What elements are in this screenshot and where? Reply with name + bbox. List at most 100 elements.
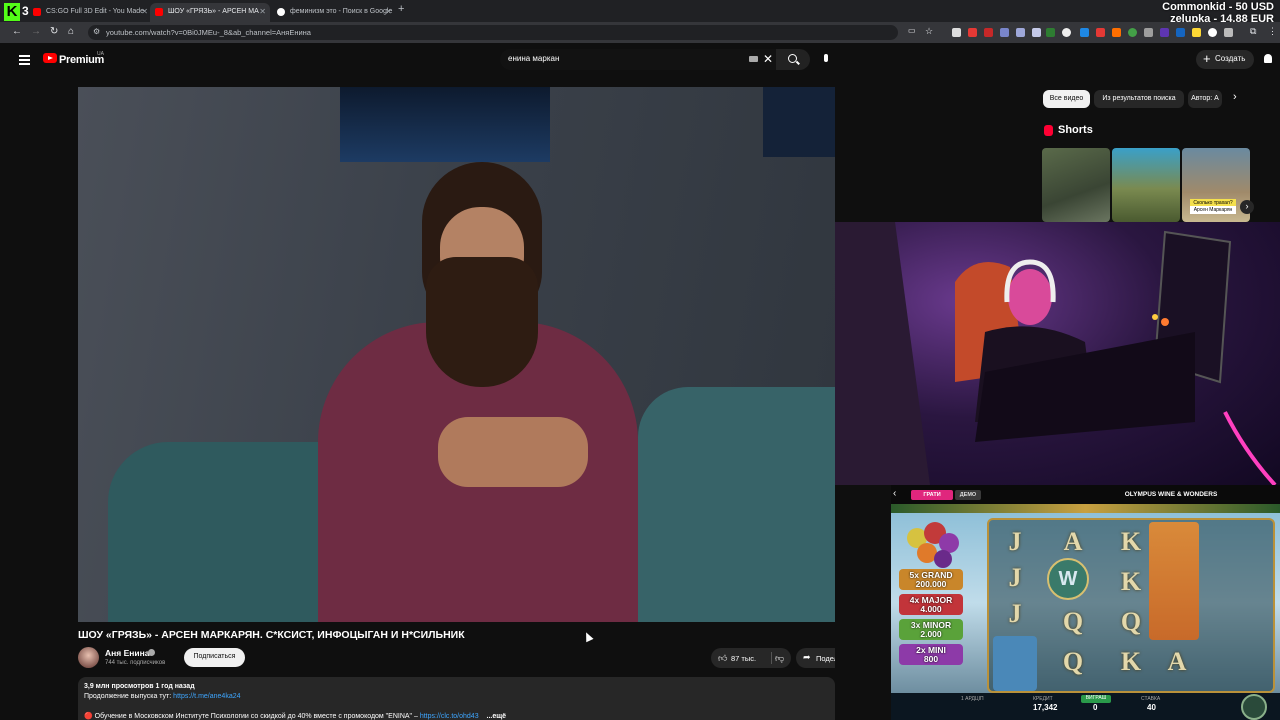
like-count[interactable]: 87 тыс. bbox=[731, 654, 756, 663]
spin-button[interactable] bbox=[1241, 694, 1267, 720]
voice-search-icon[interactable] bbox=[815, 49, 837, 71]
create-button[interactable]: + Создать bbox=[1196, 50, 1254, 69]
channel-avatar[interactable] bbox=[78, 647, 99, 668]
extension-icon[interactable] bbox=[1160, 28, 1169, 37]
keyboard-icon[interactable] bbox=[749, 56, 758, 62]
chip-all-videos[interactable]: Все видео bbox=[1043, 90, 1090, 108]
grapes-icon bbox=[907, 522, 959, 568]
reel-symbol-q-icon: Q bbox=[1062, 647, 1084, 676]
hamburger-menu-icon[interactable] bbox=[19, 55, 30, 65]
notifications-bell-icon[interactable] bbox=[1264, 54, 1272, 63]
extension-icon[interactable] bbox=[1128, 28, 1137, 37]
plus-icon: + bbox=[1203, 51, 1211, 66]
subscriber-count: 744 тыс. подписчиков bbox=[105, 660, 166, 666]
reload-icon[interactable]: ↻ bbox=[50, 26, 58, 37]
slot-game: ‹ ГРАТИ ДЕМО OLYMPUS WINE & WONDERS 5x G… bbox=[891, 485, 1280, 720]
extension-icon[interactable] bbox=[1096, 28, 1105, 37]
search-button[interactable] bbox=[776, 49, 810, 70]
jackpot-minor: 3x MINOR 2.000 bbox=[899, 619, 963, 640]
description-link[interactable]: https://clc.to/ohd43 bbox=[420, 713, 479, 720]
browser-menu-icon[interactable]: ⋮ bbox=[1268, 26, 1277, 37]
game-title: OLYMPUS WINE & WONDERS bbox=[1124, 491, 1218, 498]
extension-icon[interactable] bbox=[1016, 28, 1025, 37]
clear-search-icon[interactable]: ✕ bbox=[763, 52, 773, 66]
mouse-cursor-icon bbox=[582, 630, 594, 643]
verified-check-icon bbox=[148, 649, 155, 656]
game-header-decoration bbox=[891, 504, 1280, 513]
shorts-next-icon[interactable]: › bbox=[1240, 200, 1254, 214]
description-line: Продолжение выпуска тут: https://t.me/an… bbox=[84, 693, 241, 700]
back-icon[interactable]: ← bbox=[12, 26, 22, 37]
shorts-title: Shorts bbox=[1058, 124, 1093, 136]
youtube-header: Premium UA енина маркан ✕ + Создать bbox=[0, 43, 1280, 77]
chip-from-search[interactable]: Из результатов поиска bbox=[1094, 90, 1184, 108]
bookmark-star-icon[interactable]: ☆ bbox=[925, 26, 933, 37]
extension-icon[interactable] bbox=[968, 28, 977, 37]
extension-icon[interactable] bbox=[1062, 28, 1071, 37]
game-back-icon[interactable]: ‹ bbox=[893, 488, 896, 499]
video-background-window bbox=[340, 87, 550, 162]
short-thumbnail[interactable] bbox=[1112, 148, 1180, 222]
chip-author[interactable]: Автор: А bbox=[1188, 90, 1222, 108]
show-more-link[interactable]: ...ещё bbox=[487, 713, 507, 720]
search-input[interactable]: енина маркан bbox=[500, 49, 776, 70]
video-person-hands bbox=[438, 417, 588, 487]
thumbs-down-icon[interactable]: 👎︎ bbox=[775, 653, 784, 664]
cast-icon[interactable]: ▭ bbox=[908, 26, 916, 35]
short-thumbnail[interactable]: Сколько трахал? Арсен Маркарян bbox=[1182, 148, 1250, 222]
share-button[interactable]: ➦ Поделиться bbox=[796, 648, 835, 668]
close-icon[interactable]: ✕ bbox=[385, 7, 392, 16]
browser-tab-1[interactable]: CS:GO Full 3D Edit - You Made ✕ bbox=[28, 3, 152, 22]
youtube-icon bbox=[155, 8, 163, 16]
video-player[interactable] bbox=[78, 87, 835, 622]
tab-title: феминизм это - Поиск в Google bbox=[290, 8, 393, 15]
forward-icon[interactable]: → bbox=[31, 26, 41, 37]
close-icon[interactable]: ✕ bbox=[259, 7, 266, 16]
thumbs-up-icon[interactable]: 👍︎ bbox=[718, 653, 727, 664]
extension-icon[interactable] bbox=[1032, 28, 1041, 37]
reel-symbol-a-icon: A bbox=[1167, 647, 1187, 676]
address-bar[interactable]: ⚙ youtube.com/watch?v=0Bi0JMEu-_8&ab_cha… bbox=[88, 25, 898, 40]
extension-icon[interactable] bbox=[952, 28, 961, 37]
reel-symbol-zeus-icon bbox=[1149, 522, 1199, 640]
browser-tab-bar: K 3 CS:GO Full 3D Edit - You Made ✕ ШОУ … bbox=[0, 0, 1280, 25]
close-icon[interactable]: ✕ bbox=[141, 7, 148, 16]
extensions-puzzle-icon[interactable]: ⧉ bbox=[1250, 26, 1256, 37]
browser-tab-3[interactable]: феминизм это - Поиск в Google ✕ bbox=[272, 3, 396, 22]
subscribe-button[interactable]: Подписаться bbox=[184, 648, 245, 667]
description-line: 🔴 Обучение в Московском Институте Психол… bbox=[84, 713, 507, 720]
webcam-overlay bbox=[835, 222, 1280, 485]
description-link[interactable]: https://t.me/ane4ka24 bbox=[173, 693, 240, 700]
extension-icon[interactable] bbox=[1192, 28, 1201, 37]
game-mode-play-button[interactable]: ГРАТИ bbox=[911, 490, 953, 500]
youtube-icon bbox=[33, 8, 41, 16]
lines-label: 1 АРДЦІП bbox=[961, 696, 984, 702]
jackpot-grand: 5x GRAND 200.000 bbox=[899, 569, 963, 590]
video-title: ШОУ «ГРЯЗЬ» - АРСЕН МАРКАРЯН. С*КСИСТ, И… bbox=[78, 629, 465, 641]
extension-icon[interactable] bbox=[984, 28, 993, 37]
extension-icon[interactable] bbox=[1080, 28, 1089, 37]
extension-icon[interactable] bbox=[1046, 28, 1055, 37]
new-tab-button[interactable]: + bbox=[398, 3, 404, 15]
extension-icon[interactable] bbox=[1208, 28, 1217, 37]
google-icon bbox=[277, 8, 285, 16]
chevron-right-icon[interactable]: › bbox=[1233, 91, 1237, 103]
extension-icon[interactable] bbox=[1176, 28, 1185, 37]
game-mode-demo-button[interactable]: ДЕМО bbox=[955, 490, 981, 500]
reel-grid: J J J A W Q Q K K Q K A bbox=[987, 518, 1275, 693]
extension-icon[interactable] bbox=[1000, 28, 1009, 37]
extension-icon[interactable] bbox=[1224, 28, 1233, 37]
channel-name[interactable]: Аня Енина bbox=[105, 648, 149, 658]
short-thumbnail[interactable] bbox=[1042, 148, 1110, 222]
video-person-beard bbox=[426, 257, 538, 387]
youtube-logo-icon[interactable] bbox=[43, 53, 57, 63]
browser-tab-2[interactable]: ШОУ «ГРЯЗЬ» - АРСЕН МА ✕ bbox=[150, 3, 270, 22]
site-info-icon[interactable]: ⚙ bbox=[93, 27, 100, 36]
video-description[interactable]: 3,9 млн просмотров 1 год назад Продолжен… bbox=[78, 677, 835, 720]
jackpot-mini: 2x MINI 800 bbox=[899, 644, 963, 665]
home-icon[interactable]: ⌂ bbox=[68, 26, 74, 37]
extension-icon[interactable] bbox=[1144, 28, 1153, 37]
extension-icon[interactable] bbox=[1112, 28, 1121, 37]
short-subcaption: Арсен Маркарян bbox=[1190, 206, 1236, 214]
browser-toolbar: ← → ↻ ⌂ ⚙ youtube.com/watch?v=0Bi0JMEu-_… bbox=[0, 22, 1280, 43]
